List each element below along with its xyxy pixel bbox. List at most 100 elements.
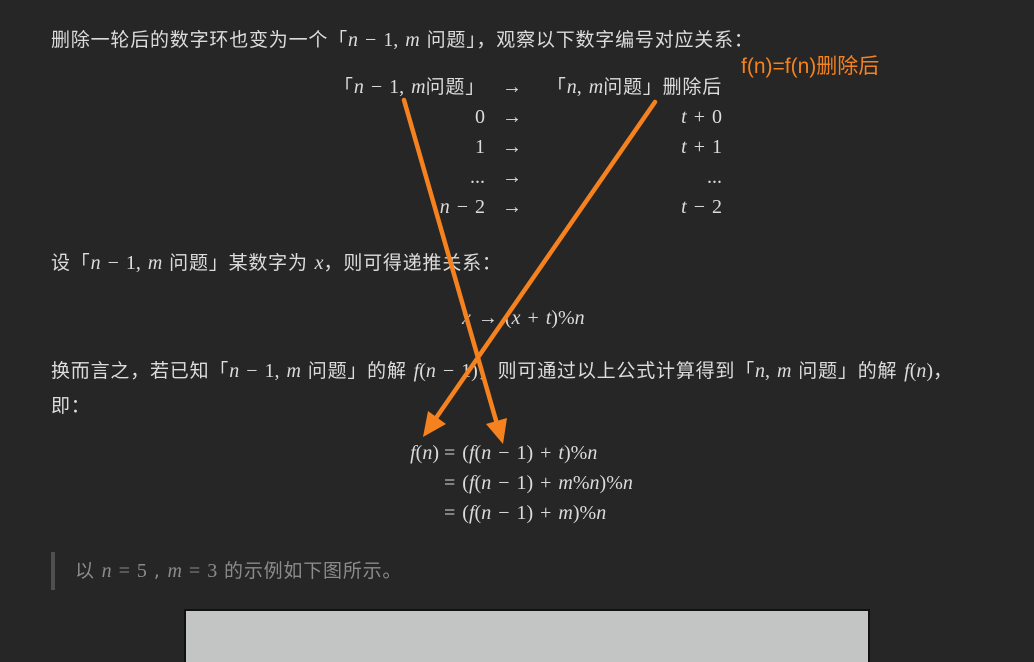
math-variable: f bbox=[413, 360, 420, 382]
math-variable: m bbox=[777, 360, 792, 382]
math-variable: n bbox=[916, 360, 927, 382]
recurrence-text-after: ，则可得递推关系： bbox=[323, 252, 502, 274]
math-variable: n bbox=[439, 196, 450, 218]
row-right-cell: ... bbox=[707, 166, 722, 188]
math-variable: n bbox=[481, 472, 492, 494]
math-variable: n bbox=[755, 360, 766, 382]
math-variable: n bbox=[574, 307, 585, 329]
blockquote-bar bbox=[51, 552, 55, 590]
conclusion-text: 换而言之，若已知「 bbox=[51, 360, 230, 382]
header-left-math: n − 1, m bbox=[353, 76, 426, 98]
conclusion-text: 问题」的解 bbox=[791, 360, 905, 382]
math-variable: n bbox=[348, 29, 359, 51]
equation-row: = (f(n − 1) + m)%n bbox=[0, 498, 1034, 528]
row-left-cell: n − 2 bbox=[439, 196, 485, 218]
header-right-open: 「 bbox=[546, 76, 567, 98]
math-variable: t bbox=[681, 196, 687, 218]
header-arrow: → bbox=[502, 76, 522, 98]
mapping-table-row: ... → ... bbox=[0, 162, 1034, 192]
math-variable: m bbox=[147, 252, 163, 274]
math-variable: n bbox=[229, 360, 240, 382]
mapping-table-row: 1 → t + 1 bbox=[0, 132, 1034, 162]
blockquote-text: 以 n = 5 , m = 3 的示例如下图所示。 bbox=[75, 556, 402, 586]
math-variable: x bbox=[511, 307, 521, 329]
math-variable: n bbox=[596, 502, 607, 524]
recurrence-text-middle: 问题」某数字为 bbox=[162, 252, 315, 274]
math-variable: t bbox=[558, 442, 564, 464]
math-variable: m bbox=[558, 472, 573, 494]
recurrence-formula: x → (x + t)%n bbox=[462, 307, 585, 329]
math-variable: m bbox=[286, 360, 301, 382]
header-left-open: 「 bbox=[334, 76, 354, 98]
math-variable: t bbox=[681, 106, 687, 128]
math-variable: n bbox=[481, 442, 492, 464]
math-variable: t bbox=[545, 307, 552, 329]
equation-lhs bbox=[300, 468, 439, 498]
row-right-cell: t − 2 bbox=[681, 196, 722, 218]
math-variable: n bbox=[589, 472, 600, 494]
conclusion-paragraph-line-2: 即： bbox=[51, 395, 91, 417]
row-left-cell: 0 bbox=[475, 106, 485, 128]
header-left-cell: 「n − 1, m问题」 bbox=[280, 72, 485, 102]
math-variable: x bbox=[314, 252, 324, 274]
header-right-math: n, m bbox=[566, 76, 604, 98]
conclusion-math: n, m bbox=[755, 360, 792, 382]
math-variable: n bbox=[90, 252, 101, 274]
math-variable: n bbox=[422, 442, 433, 464]
math-variable: n bbox=[353, 76, 364, 98]
quote-math: n = 5 bbox=[101, 560, 147, 582]
intro-text-before: 删除一轮后的数字环也变为一个「 bbox=[51, 29, 349, 51]
row-arrow: → bbox=[502, 196, 522, 218]
row-arrow: → bbox=[502, 106, 522, 128]
mapping-table-row: 0 → t + 0 bbox=[0, 102, 1034, 132]
conclusion-text: 问题」的解 bbox=[300, 360, 414, 382]
recurrence-text-before: 设「 bbox=[51, 252, 91, 274]
equation-rhs: = (f(n − 1) + t)%n bbox=[444, 442, 598, 464]
row-arrow: → bbox=[502, 136, 522, 158]
annotation-label: f(n)=f(n)删除后 bbox=[741, 55, 880, 78]
equation-row: f(n) = (f(n − 1) + t)%n bbox=[0, 438, 1034, 468]
recurrence-paragraph: 设「n − 1, m 问题」某数字为 x，则可得递推关系： bbox=[51, 248, 502, 278]
row-right-cell: t + 0 bbox=[681, 106, 722, 128]
quote-text-middle: , bbox=[146, 560, 168, 582]
conclusion-math: n − 1, m bbox=[229, 360, 301, 382]
arrow-head bbox=[423, 411, 446, 437]
intro-text-after: 问题」，观察以下数字编号对应关系： bbox=[419, 29, 754, 51]
intro-math: n − 1, m bbox=[348, 29, 420, 51]
recurrence-math: n − 1, m bbox=[90, 252, 163, 274]
math-variable: f bbox=[904, 360, 910, 382]
math-variable: m bbox=[411, 76, 426, 98]
math-variable: n bbox=[425, 360, 436, 382]
equation-lhs bbox=[300, 498, 439, 528]
row-left-cell: 1 bbox=[475, 136, 485, 158]
row-left-cell: ... bbox=[470, 166, 485, 188]
math-variable: n bbox=[481, 502, 492, 524]
row-arrow: → bbox=[502, 166, 522, 188]
math-variable: m bbox=[588, 76, 604, 98]
header-right-close: 问题」删除后 bbox=[603, 76, 722, 98]
intro-paragraph: 删除一轮后的数字环也变为一个「n − 1, m 问题」，观察以下数字编号对应关系… bbox=[51, 25, 754, 55]
math-variable: m bbox=[167, 560, 182, 582]
mapping-table-row: n − 2 → t − 2 bbox=[0, 192, 1034, 222]
math-variable: m bbox=[558, 502, 573, 524]
math-variable: n bbox=[587, 442, 598, 464]
conclusion-text: ，则可通过以上公式计算得到「 bbox=[477, 360, 756, 382]
conclusion-text: ， bbox=[933, 360, 953, 382]
math-variable: t bbox=[681, 136, 687, 158]
equation-lhs: f(n) bbox=[410, 442, 439, 464]
equation-rhs: = (f(n − 1) + m)%n bbox=[444, 502, 607, 524]
recurrence-var: x bbox=[315, 252, 324, 274]
equation-rhs: = (f(n − 1) + m%n)%n bbox=[444, 472, 633, 494]
math-variable: x bbox=[462, 307, 471, 329]
quote-math: m = 3 bbox=[167, 560, 218, 582]
conclusion-math: f(n) bbox=[904, 360, 934, 382]
conclusion-math: f(n − 1) bbox=[413, 360, 478, 382]
math-variable: m bbox=[405, 29, 420, 51]
header-left-close: 问题」 bbox=[425, 76, 485, 98]
math-variable: f bbox=[468, 442, 475, 464]
math-variable: n bbox=[101, 560, 112, 582]
math-variable: f bbox=[468, 502, 475, 524]
math-variable: f bbox=[468, 472, 475, 494]
quote-text-after: 的示例如下图所示。 bbox=[217, 560, 403, 582]
math-variable: f bbox=[410, 442, 416, 464]
